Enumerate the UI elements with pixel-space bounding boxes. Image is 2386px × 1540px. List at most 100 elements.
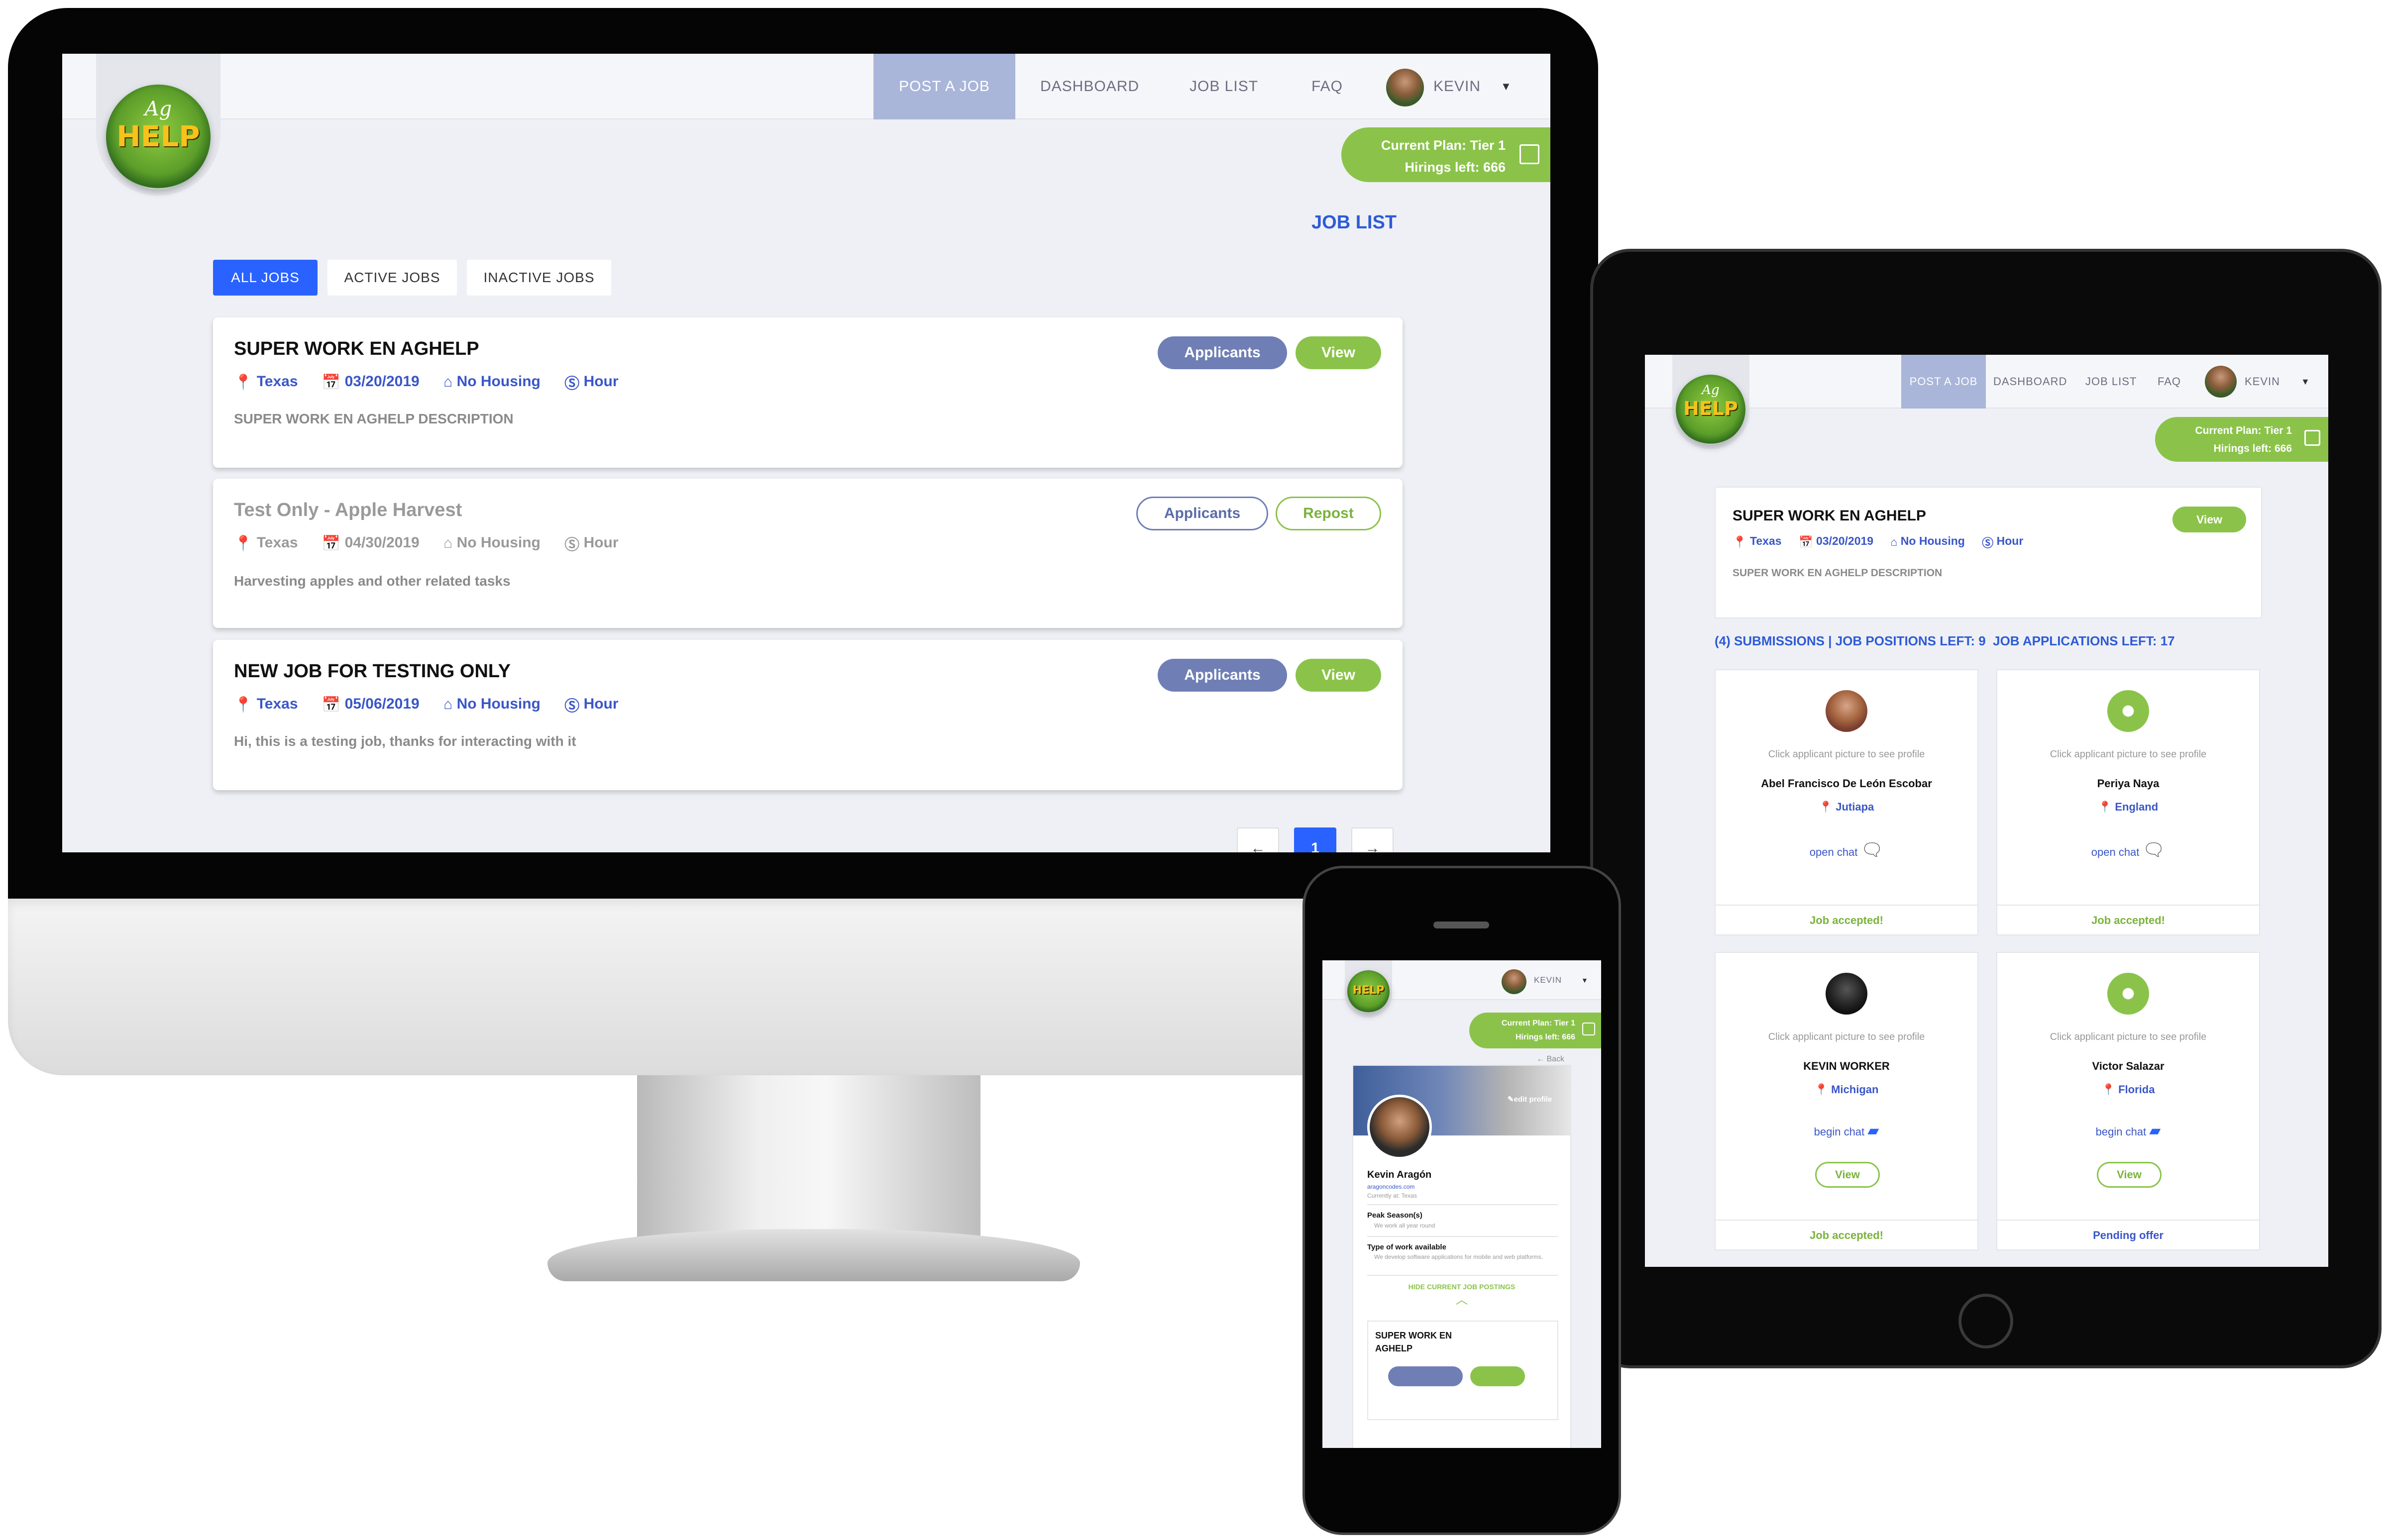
applicants-button[interactable]: Applicants (1158, 659, 1287, 692)
job-description: Hi, this is a testing job, thanks for in… (234, 733, 576, 749)
chevron-up-icon[interactable]: ︿ (1353, 1290, 1570, 1307)
tab-inactive-jobs[interactable]: INACTIVE JOBS (467, 260, 611, 296)
applicants-button[interactable]: Applicants (1158, 336, 1287, 369)
job-card[interactable]: SUPER WORK EN AGHELP (1367, 1321, 1558, 1420)
job-location: Texas (256, 695, 298, 712)
calendar-icon: 📅 (322, 374, 341, 391)
aghelp-logo[interactable]: Ag HELP (1676, 375, 1745, 444)
applicant-card[interactable]: Click applicant picture to see profile P… (1996, 669, 2260, 935)
nav-user-name[interactable]: KEVIN (2245, 355, 2280, 409)
work-type-value: We develop software applications for mob… (1374, 1253, 1543, 1260)
location-pin-icon: 📍 (2098, 801, 2112, 813)
job-title: NEW JOB FOR TESTING ONLY (234, 661, 511, 682)
pagination-prev[interactable]: ← (1237, 827, 1279, 852)
applicants-button[interactable]: Applicants (1136, 497, 1268, 530)
default-avatar-icon[interactable] (2107, 690, 2149, 732)
pagination-page[interactable]: 1 (1294, 827, 1336, 852)
chat-link[interactable]: open chat 🗨 (1716, 839, 1977, 860)
nav-faq[interactable]: FAQ (2158, 355, 2181, 409)
applicant-avatar[interactable] (1826, 690, 1867, 732)
user-avatar[interactable] (1502, 969, 1526, 994)
nav-dashboard[interactable]: DASHBOARD (1040, 54, 1139, 119)
plan-badge[interactable]: Current Plan: Tier 1 Hirings left: 666 (2155, 417, 2328, 462)
job-title-line-2: AGHELP (1375, 1343, 1413, 1353)
job-date: 05/06/2019 (344, 695, 420, 712)
nav-job-list[interactable]: JOB LIST (2085, 355, 2137, 409)
aghelp-logo[interactable]: HELP (1347, 970, 1390, 1013)
applicant-hint: Click applicant picture to see profile (2050, 749, 2207, 760)
dollar-icon: Ⓢ (564, 537, 580, 553)
view-button[interactable] (1470, 1366, 1525, 1386)
caret-down-icon[interactable]: ▼ (1581, 960, 1589, 1000)
view-button[interactable]: View (1815, 1162, 1880, 1188)
job-card[interactable]: Test Only - Apple Harvest 📍 Texas 📅 04/3… (213, 479, 1403, 628)
nav-post-job[interactable]: POST A JOB (1901, 355, 1986, 409)
plan-hirings: Hirings left: 666 (1405, 160, 1506, 175)
chat-link[interactable]: begin chat ▰ (1716, 1122, 1977, 1139)
location-pin-icon: 📍 (234, 535, 253, 552)
nav-job-list[interactable]: JOB LIST (1190, 54, 1258, 119)
house-icon: ⌂ (443, 535, 453, 551)
tablet-screen: POST A JOB DASHBOARD JOB LIST FAQ KEVIN … (1645, 355, 2328, 1267)
calendar-icon: 📅 (322, 535, 341, 552)
pagination-next[interactable]: → (1351, 827, 1394, 852)
job-card[interactable]: SUPER WORK EN AGHELP 📍 Texas 📅 03/20/201… (213, 317, 1403, 468)
aghelp-logo[interactable]: Ag HELP (106, 85, 211, 189)
applicant-status: Job accepted! (1997, 905, 2259, 934)
user-avatar[interactable] (1386, 69, 1424, 106)
plan-current: Current Plan: Tier 1 (1381, 138, 1506, 153)
default-avatar-icon[interactable] (2107, 973, 2149, 1015)
location-pin-icon: 📍 (234, 374, 253, 391)
view-button[interactable]: View (1296, 659, 1381, 692)
divider (1367, 1204, 1558, 1205)
repost-button[interactable]: Repost (1276, 497, 1381, 530)
applicant-card[interactable]: Click applicant picture to see profile A… (1715, 669, 1978, 935)
divider (1367, 1236, 1558, 1237)
house-icon: ⌂ (443, 696, 453, 713)
plan-badge[interactable]: Current Plan: Tier 1 Hirings left: 666 (1469, 1013, 1601, 1048)
applicant-avatar[interactable] (1826, 973, 1867, 1015)
job-date: 03/20/2019 (344, 373, 420, 390)
nav-user-name[interactable]: KEVIN (1433, 54, 1481, 119)
checkbox-icon (1582, 1023, 1595, 1035)
applicant-status: Pending offer (1997, 1220, 2259, 1249)
house-icon: ⌂ (443, 374, 453, 390)
chat-link[interactable]: open chat 🗨 (1997, 839, 2259, 860)
profile-avatar[interactable] (1367, 1095, 1432, 1159)
peak-season-value: We work all year round (1374, 1222, 1435, 1229)
dollar-icon: Ⓢ (1982, 536, 1994, 549)
back-link[interactable]: ← Back (1536, 1055, 1564, 1064)
nav-faq[interactable]: FAQ (1311, 54, 1343, 119)
desktop-screen: POST A JOB DASHBOARD JOB LIST FAQ KEVIN … (62, 54, 1550, 852)
job-location: Texas (256, 373, 298, 390)
job-housing: No Housing (456, 373, 541, 390)
nav-post-job[interactable]: POST A JOB (873, 54, 1015, 119)
pencil-icon: ✎ (1508, 1095, 1514, 1104)
view-button[interactable]: View (2172, 507, 2246, 532)
applicants-button[interactable] (1388, 1366, 1463, 1386)
tab-all-jobs[interactable]: ALL JOBS (213, 260, 318, 296)
job-card[interactable]: NEW JOB FOR TESTING ONLY 📍 Texas 📅 05/06… (213, 640, 1403, 790)
applicant-status: Job accepted! (1716, 1220, 1977, 1249)
view-button[interactable]: View (2097, 1162, 2162, 1188)
plan-current: Current Plan: Tier 1 (2195, 425, 2292, 436)
plan-badge[interactable]: Current Plan: Tier 1 Hirings left: 666 (1341, 127, 1550, 182)
plan-hirings: Hirings left: 666 (2213, 443, 2292, 454)
applicant-card[interactable]: Click applicant picture to see profile K… (1715, 952, 1978, 1250)
caret-down-icon[interactable]: ▼ (2301, 355, 2310, 409)
nav-dashboard[interactable]: DASHBOARD (1993, 355, 2067, 409)
calendar-icon: 📅 (322, 696, 341, 713)
job-card[interactable]: SUPER WORK EN AGHELP 📍 Texas 📅 03/20/201… (1715, 487, 2262, 618)
chat-link[interactable]: begin chat ▰ (1997, 1122, 2259, 1139)
profile-website[interactable]: aragoncodes.com (1367, 1183, 1414, 1190)
applicant-card[interactable]: Click applicant picture to see profile V… (1996, 952, 2260, 1250)
nav-user-name[interactable]: KEVIN (1534, 960, 1562, 1000)
phone-screen: KEVIN ▼ HELP Current Plan: Tier 1 Hiring… (1322, 960, 1601, 1448)
applicant-name: Periya Naya (2097, 777, 2160, 790)
tab-active-jobs[interactable]: ACTIVE JOBS (327, 260, 457, 296)
edit-profile-link[interactable]: ✎edit profile (1508, 1095, 1552, 1104)
view-button[interactable]: View (1296, 336, 1381, 369)
caret-down-icon[interactable]: ▼ (1501, 54, 1512, 119)
user-avatar[interactable] (2205, 366, 2237, 398)
applicant-location: 📍 Jutiapa (1819, 801, 1874, 813)
